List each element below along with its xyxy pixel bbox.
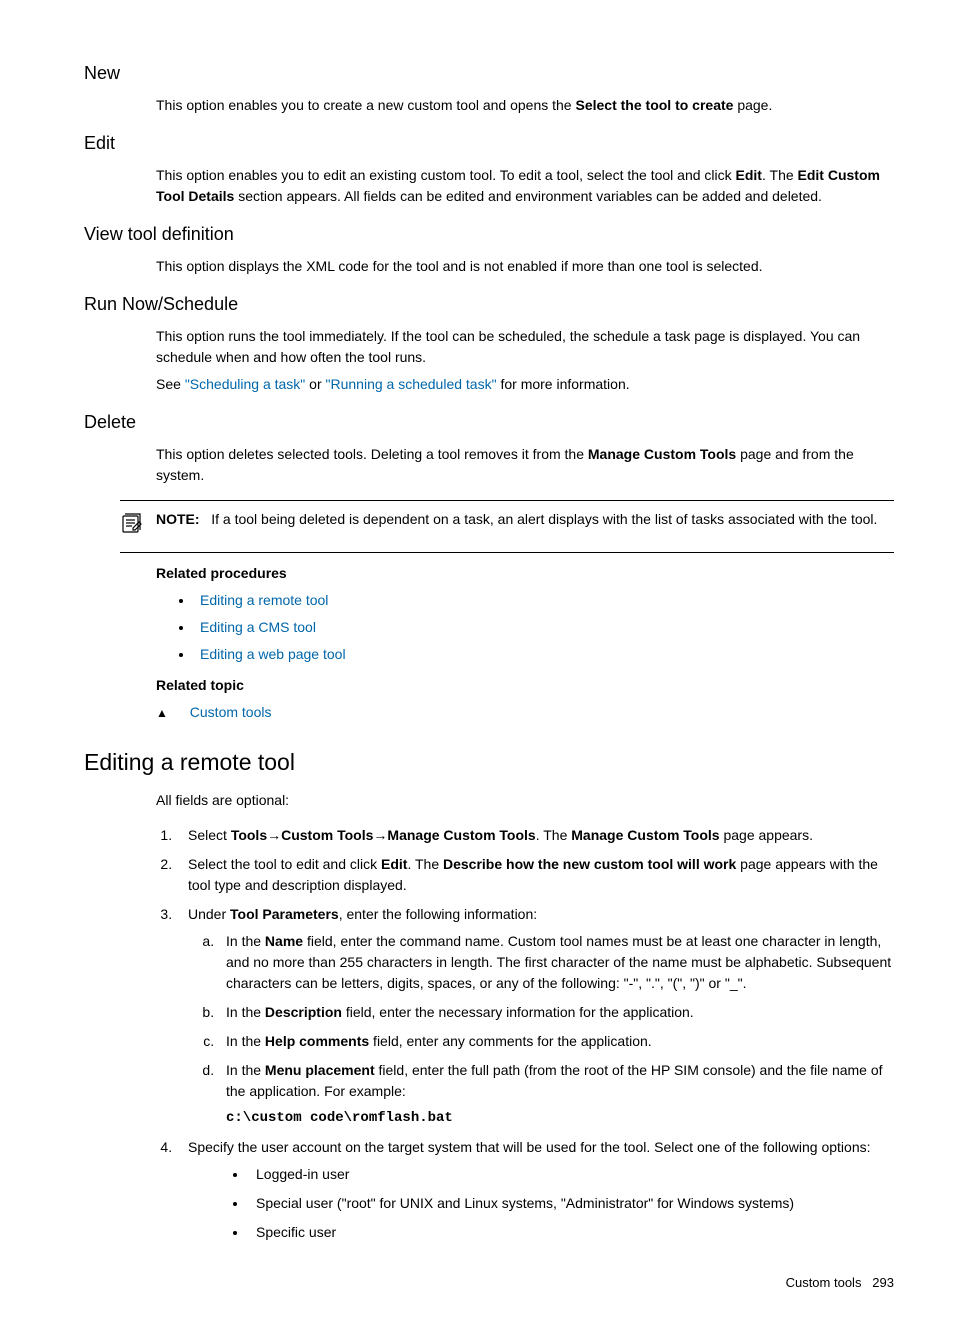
- list-item: Specific user: [248, 1222, 894, 1243]
- step-1: Select Tools→Custom Tools→Manage Custom …: [176, 825, 894, 846]
- text: field, enter the command name. Custom to…: [226, 933, 891, 991]
- text: In the: [226, 1062, 265, 1078]
- list-item: Logged-in user: [248, 1164, 894, 1185]
- steps-list: Select Tools→Custom Tools→Manage Custom …: [176, 825, 894, 1243]
- text: section appears. All fields can be edite…: [234, 188, 822, 204]
- substeps: In the Name field, enter the command nam…: [218, 931, 894, 1129]
- text: for more information.: [497, 376, 630, 392]
- note-label: NOTE:: [156, 511, 200, 527]
- bold: Description: [265, 1004, 342, 1020]
- text: This option deletes selected tools. Dele…: [156, 446, 588, 462]
- text: In the: [226, 1004, 265, 1020]
- link-editing-web-page-tool[interactable]: Editing a web page tool: [200, 646, 346, 662]
- code-example: c:\custom code\romflash.bat: [226, 1108, 894, 1129]
- text: page.: [733, 97, 772, 113]
- note-icon: [120, 509, 156, 544]
- link-editing-cms-tool[interactable]: Editing a CMS tool: [200, 619, 316, 635]
- link-custom-tools[interactable]: Custom tools: [190, 704, 272, 720]
- bold: Manage Custom Tools: [588, 446, 736, 462]
- bold: Edit: [736, 167, 762, 183]
- substep-c: In the Help comments field, enter any co…: [218, 1031, 894, 1052]
- text: Under: [188, 906, 230, 922]
- link-editing-remote-tool[interactable]: Editing a remote tool: [200, 592, 328, 608]
- substep-a: In the Name field, enter the command nam…: [218, 931, 894, 994]
- bold: Tool Parameters: [230, 906, 339, 922]
- related-procedures-list: Editing a remote tool Editing a CMS tool…: [194, 590, 894, 665]
- body-run: This option runs the tool immediately. I…: [156, 326, 894, 395]
- text: In the: [226, 933, 265, 949]
- bold: Manage Custom Tools: [387, 827, 535, 843]
- related-procedures-heading: Related procedures: [156, 563, 894, 584]
- body-delete: This option deletes selected tools. Dele…: [156, 444, 894, 486]
- arrow: →: [267, 827, 281, 843]
- text: Specify the user account on the target s…: [188, 1139, 871, 1155]
- bold: Custom Tools: [281, 827, 373, 843]
- list-item: Special user ("root" for UNIX and Linux …: [248, 1193, 894, 1214]
- text: All fields are optional:: [156, 790, 894, 811]
- link-running-scheduled-task[interactable]: "Running a scheduled task": [326, 376, 497, 392]
- text: . The: [536, 827, 572, 843]
- body-edit: This option enables you to edit an exist…: [156, 165, 894, 207]
- divider: [120, 500, 894, 501]
- bold: Select the tool to create: [576, 97, 734, 113]
- bold: Edit: [381, 856, 407, 872]
- note-text: If a tool being deleted is dependent on …: [211, 511, 877, 527]
- step-3: Under Tool Parameters, enter the followi…: [176, 904, 894, 1129]
- footer-text: Custom tools: [786, 1275, 862, 1290]
- text: . The: [762, 167, 798, 183]
- body-view: This option displays the XML code for th…: [156, 256, 894, 277]
- text: This option enables you to create a new …: [156, 97, 576, 113]
- text: Select: [188, 827, 231, 843]
- text: field, enter the necessary information f…: [342, 1004, 694, 1020]
- text: Select the tool to edit and click: [188, 856, 381, 872]
- text: page appears.: [720, 827, 813, 843]
- list-item: Editing a web page tool: [194, 644, 894, 665]
- page-footer: Custom tools 293: [84, 1273, 894, 1293]
- bold: Tools: [231, 827, 267, 843]
- heading-editing-remote-tool: Editing a remote tool: [84, 745, 894, 780]
- heading-edit: Edit: [84, 130, 894, 157]
- text: See: [156, 376, 185, 392]
- substep-b: In the Description field, enter the nece…: [218, 1002, 894, 1023]
- arrow: →: [373, 827, 387, 843]
- text: field, enter any comments for the applic…: [369, 1033, 651, 1049]
- bold: Menu placement: [265, 1062, 375, 1078]
- substep-d: In the Menu placement field, enter the f…: [218, 1060, 894, 1129]
- text: In the: [226, 1033, 265, 1049]
- text: . The: [407, 856, 443, 872]
- text: This option enables you to edit an exist…: [156, 167, 736, 183]
- link-scheduling-task[interactable]: "Scheduling a task": [185, 376, 305, 392]
- note-block: NOTE: If a tool being deleted is depende…: [120, 500, 894, 553]
- bold: Manage Custom Tools: [571, 827, 719, 843]
- related-topic-heading: Related topic: [156, 675, 894, 696]
- text: or: [305, 376, 325, 392]
- text: This option displays the XML code for th…: [156, 256, 894, 277]
- divider: [120, 552, 894, 553]
- page-number: 293: [872, 1275, 894, 1290]
- heading-run: Run Now/Schedule: [84, 291, 894, 318]
- intro-text: All fields are optional:: [156, 790, 894, 811]
- step-4: Specify the user account on the target s…: [176, 1137, 894, 1243]
- body-new: This option enables you to create a new …: [156, 95, 894, 116]
- user-options: Logged-in user Special user ("root" for …: [248, 1164, 894, 1243]
- bold: Help comments: [265, 1033, 369, 1049]
- heading-delete: Delete: [84, 409, 894, 436]
- related-topic-item: Custom tools: [156, 702, 894, 723]
- list-item: Editing a CMS tool: [194, 617, 894, 638]
- heading-new: New: [84, 60, 894, 87]
- text: , enter the following information:: [339, 906, 537, 922]
- list-item: Editing a remote tool: [194, 590, 894, 611]
- heading-view: View tool definition: [84, 221, 894, 248]
- text: This option runs the tool immediately. I…: [156, 326, 894, 368]
- bold: Name: [265, 933, 303, 949]
- step-2: Select the tool to edit and click Edit. …: [176, 854, 894, 896]
- bold: Describe how the new custom tool will wo…: [443, 856, 736, 872]
